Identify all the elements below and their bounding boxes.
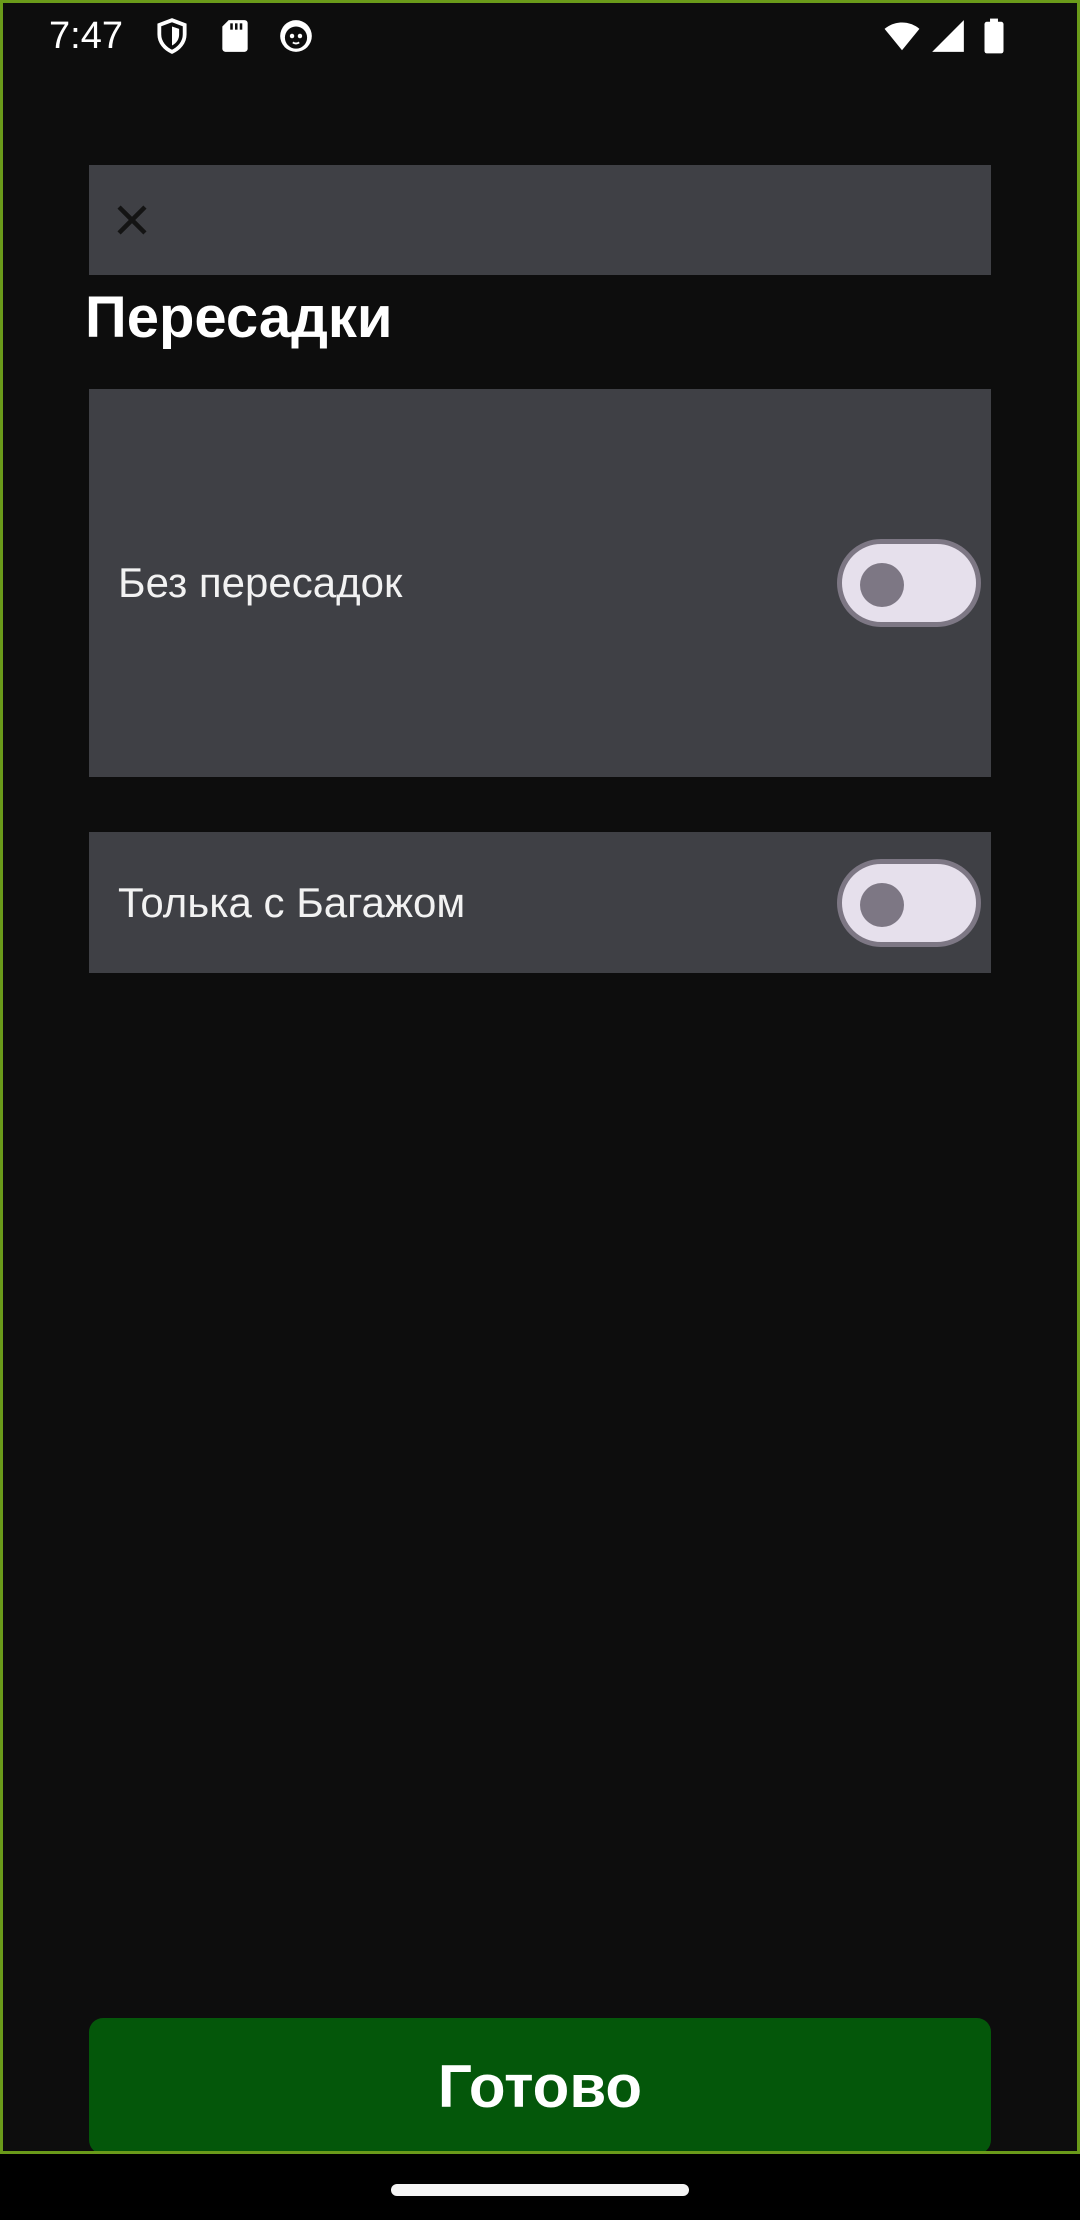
- option-card-with-baggage: Толька с Багажом: [89, 832, 991, 973]
- toggle-knob: [860, 882, 904, 927]
- shield-icon: [153, 17, 191, 55]
- battery-icon: [975, 17, 1013, 55]
- close-icon: [117, 205, 147, 235]
- wifi-icon: [883, 17, 921, 55]
- option-label: Толька с Багажом: [118, 878, 466, 926]
- dialog-header-bar: [89, 165, 991, 275]
- status-bar: 7:47: [3, 3, 1077, 69]
- cell-signal-icon: [929, 17, 967, 55]
- done-button[interactable]: Готово: [89, 2018, 991, 2151]
- gesture-handle[interactable]: [391, 2184, 689, 2196]
- toggle-knob: [860, 563, 904, 607]
- close-button[interactable]: [99, 187, 165, 253]
- navigation-bar: [0, 2154, 1080, 2220]
- app-screen: 7:47 Пересадки Без пересадок Толька с Ба…: [0, 0, 1080, 2154]
- no-transfers-toggle[interactable]: [837, 539, 981, 627]
- cat-face-icon: [277, 17, 315, 55]
- status-time: 7:47: [49, 15, 123, 57]
- sd-card-icon: [216, 17, 254, 55]
- option-card-no-transfers: Без пересадок: [89, 389, 991, 777]
- page-title: Пересадки: [85, 285, 393, 350]
- with-baggage-toggle[interactable]: [837, 858, 981, 947]
- option-label: Без пересадок: [118, 559, 403, 606]
